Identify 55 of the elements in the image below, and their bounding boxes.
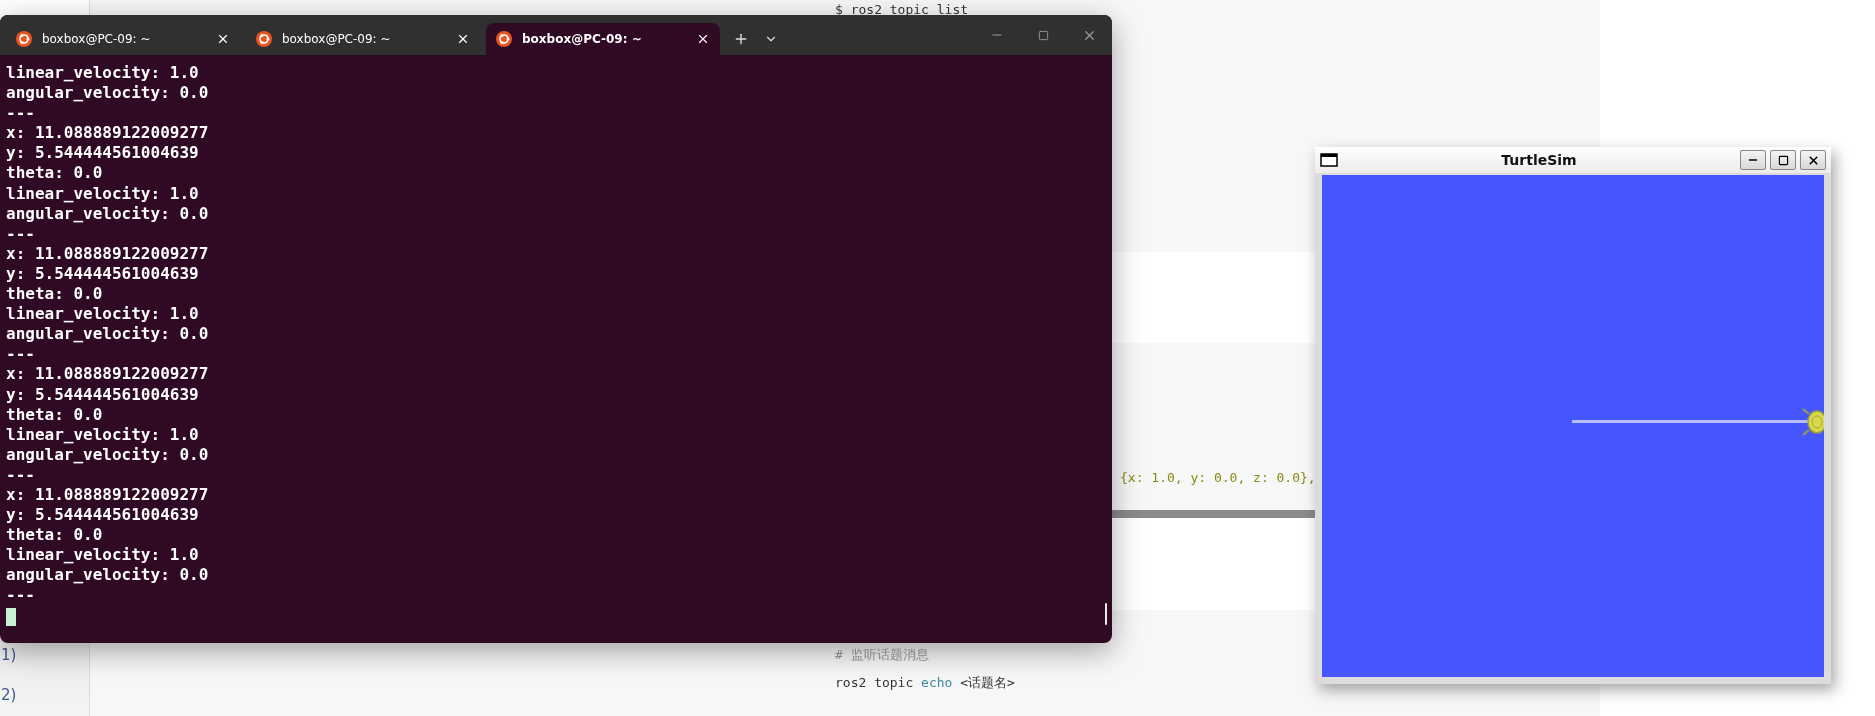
- terminal-output-line: ---: [6, 103, 36, 124]
- terminal-tab[interactable]: boxbox@PC-09: ~: [246, 23, 480, 55]
- close-icon[interactable]: [216, 32, 230, 46]
- maximize-icon: [1037, 29, 1049, 41]
- code-comment: # 监听话题消息: [835, 646, 929, 664]
- code-line: {x: 1.0, y: 0.0, z: 0.0},: [1120, 470, 1316, 485]
- terminal-output-line: x: 11.088889122009277: [6, 364, 210, 385]
- terminal-output-line: x: 11.088889122009277: [6, 123, 210, 144]
- terminal-output-line: ---: [6, 585, 36, 606]
- terminal-output-line: angular_velocity: 0.0: [6, 83, 210, 104]
- scrollbar[interactable]: [1105, 603, 1107, 625]
- terminal-output-line: theta: 0.0: [6, 525, 104, 546]
- terminal-tab[interactable]: boxbox@PC-09: ~: [6, 23, 240, 55]
- terminal-output-line: linear_velocity: 1.0: [6, 304, 200, 325]
- terminal-output-line: angular_velocity: 0.0: [6, 203, 210, 224]
- text-cursor: [6, 607, 16, 626]
- terminal-output-line: linear_velocity: 1.0: [6, 545, 200, 566]
- terminal-output-line: linear_velocity: 1.0: [6, 424, 200, 445]
- terminal-tab[interactable]: boxbox@PC-09: ~: [486, 23, 720, 55]
- maximize-button[interactable]: [1770, 150, 1796, 170]
- close-icon[interactable]: [456, 32, 470, 46]
- ubuntu-logo-icon: [496, 31, 512, 47]
- terminal-output-line: theta: 0.0: [6, 404, 104, 425]
- code-line: ros2 topic echo <话题名>: [835, 674, 1015, 692]
- terminal-output-line: ---: [6, 344, 36, 365]
- window-title: TurtleSim: [1500, 152, 1578, 168]
- maximize-icon: [1777, 154, 1789, 166]
- terminal-output-line: angular_velocity: 0.0: [6, 565, 210, 586]
- terminal-output-line: y: 5.544444561004639: [6, 384, 200, 405]
- code-line: $ ros2 topic list: [835, 2, 969, 17]
- window-menu-icon[interactable]: [1320, 153, 1338, 167]
- terminal-output-line: angular_velocity: 0.0: [6, 324, 210, 345]
- terminal-output-line: theta: 0.0: [6, 163, 104, 184]
- terminal-output-line: x: 11.088889122009277: [6, 243, 210, 264]
- terminal-output-line: x: 11.088889122009277: [6, 484, 210, 506]
- plus-icon: [733, 31, 749, 47]
- terminal-output-line: theta: 0.0: [6, 284, 104, 305]
- list-number: 2): [1, 686, 18, 704]
- minimize-button[interactable]: [1740, 150, 1766, 170]
- scrollbar[interactable]: [1112, 510, 1315, 518]
- terminal-output-line: y: 5.544444561004639: [6, 263, 200, 285]
- list-number: 1): [1, 646, 18, 664]
- close-button[interactable]: [1800, 150, 1826, 170]
- terminal-output-line: ---: [6, 464, 36, 485]
- close-icon: [1806, 153, 1820, 167]
- ubuntu-logo-icon: [16, 31, 32, 47]
- terminal-output-line: linear_velocity: 1.0: [6, 63, 200, 84]
- terminal-output-line: linear_velocity: 1.0: [6, 183, 200, 204]
- ubuntu-logo-icon: [256, 31, 272, 47]
- turtle-icon: [1802, 408, 1824, 436]
- terminal-output-line: ---: [6, 223, 36, 244]
- terminal-output-line: y: 5.544444561004639: [6, 505, 200, 526]
- close-icon[interactable]: [696, 32, 710, 46]
- terminal-output-line: y: 5.544444561004639: [6, 143, 200, 164]
- terminal-output-line: angular_velocity: 0.0: [6, 444, 210, 465]
